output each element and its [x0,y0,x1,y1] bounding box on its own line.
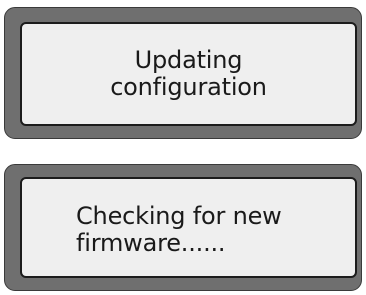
status-line-2: firmware...... [76,229,226,257]
status-line-1: Updating [134,46,243,74]
lcd-screen-firmware-check: Checking for new firmware...... [20,177,357,278]
status-line-1: Checking for new [76,202,282,230]
lcd-screen-updating: Updating configuration [20,22,357,126]
status-text-block: Checking for new firmware...... [76,203,282,257]
status-line-2: configuration [110,73,267,101]
